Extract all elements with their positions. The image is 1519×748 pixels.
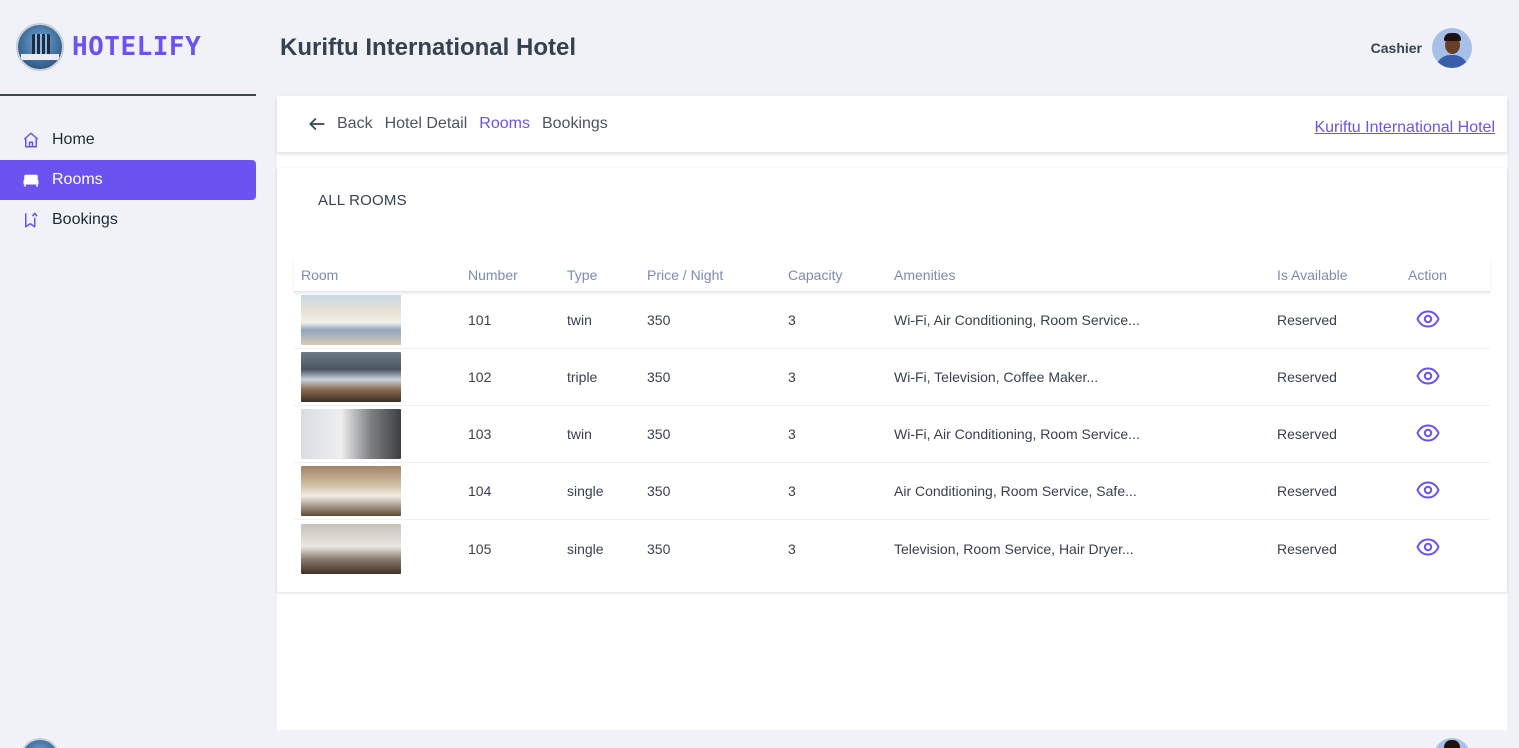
room-capacity: 3 (788, 369, 796, 385)
view-eye-icon[interactable] (1416, 421, 1440, 445)
room-cell (294, 352, 468, 402)
room-type: single (567, 483, 604, 499)
room-type: twin (567, 312, 592, 328)
room-availability: Reserved (1277, 312, 1337, 328)
room-availability: Reserved (1277, 369, 1337, 385)
tab-bar: Back Hotel Detail Rooms Bookings Kuriftu… (277, 96, 1507, 152)
rooms-table: Room Number Type Price / Night Capacity … (294, 258, 1490, 577)
sidebar-item-bookings[interactable]: Bookings (0, 200, 256, 240)
table-row[interactable]: 104 single 350 3 Air Conditioning, Room … (294, 463, 1490, 520)
room-type: triple (567, 369, 598, 385)
room-capacity: 3 (788, 426, 796, 442)
view-eye-icon[interactable] (1416, 535, 1440, 559)
column-header-price[interactable]: Price / Night (647, 267, 788, 283)
column-header-capacity[interactable]: Capacity (788, 267, 894, 283)
user-role: Cashier (1370, 40, 1422, 56)
action-cell (1408, 535, 1490, 562)
rooms-card: ALL ROOMS Room Number Type Price / Night… (277, 168, 1507, 592)
action-cell (1408, 307, 1490, 334)
action-cell (1408, 478, 1490, 505)
table-row[interactable]: 102 triple 350 3 Wi-Fi, Television, Coff… (294, 349, 1490, 406)
room-thumbnail[interactable] (301, 466, 401, 516)
column-header-number[interactable]: Number (468, 267, 567, 283)
room-thumbnail[interactable] (301, 295, 401, 345)
table-row[interactable]: 105 single 350 3 Television, Room Servic… (294, 520, 1490, 577)
main-content: Back Hotel Detail Rooms Bookings Kuriftu… (277, 96, 1507, 730)
top-header: Kuriftu International Hotel Cashier (256, 0, 1504, 96)
hotel-link[interactable]: Kuriftu International Hotel (1314, 119, 1495, 137)
tab-rooms[interactable]: Rooms (479, 115, 530, 133)
back-button[interactable]: Back (337, 115, 373, 133)
room-capacity: 3 (788, 540, 796, 557)
room-price: 350 (647, 483, 671, 499)
sidebar-item-rooms[interactable]: Rooms (0, 160, 256, 200)
table-row[interactable]: 103 twin 350 3 Wi-Fi, Air Conditioning, … (294, 406, 1490, 463)
room-price: 350 (647, 426, 671, 442)
room-price: 350 (647, 369, 671, 385)
hotel-logo (16, 23, 64, 71)
room-amenities: Air Conditioning, Room Service, Safe... (894, 483, 1137, 499)
brand[interactable]: HOTELIFY (0, 0, 256, 96)
room-type: twin (567, 426, 592, 442)
room-price: 350 (647, 540, 671, 557)
room-thumbnail[interactable] (301, 523, 401, 574)
room-cell (294, 523, 468, 574)
rooms-title: ALL ROOMS (318, 192, 407, 209)
footer-avatar (1434, 738, 1470, 748)
footer-logo (20, 738, 60, 748)
room-amenities: Wi-Fi, Air Conditioning, Room Service... (894, 312, 1140, 328)
room-capacity: 3 (788, 312, 796, 328)
room-amenities: Television, Room Service, Hair Dryer... (894, 540, 1134, 557)
room-number: 102 (468, 369, 492, 385)
room-price: 350 (647, 312, 671, 328)
room-availability: Reserved (1277, 426, 1337, 442)
column-header-room[interactable]: Room (294, 267, 468, 283)
column-header-type[interactable]: Type (567, 267, 647, 283)
room-amenities: Wi-Fi, Air Conditioning, Room Service... (894, 426, 1140, 442)
view-eye-icon[interactable] (1416, 307, 1440, 331)
column-header-amenities[interactable]: Amenities (894, 267, 1277, 283)
room-type: single (567, 540, 604, 557)
sidebar-item-home[interactable]: Home (0, 120, 256, 160)
avatar[interactable] (1432, 28, 1472, 68)
room-availability: Reserved (1277, 483, 1337, 499)
room-availability: Reserved (1277, 540, 1337, 557)
sidebar: HOTELIFY Home Rooms Bookings (0, 0, 256, 730)
action-cell (1408, 421, 1490, 448)
room-cell (294, 409, 468, 459)
page-title: Kuriftu International Hotel (280, 34, 576, 61)
room-amenities: Wi-Fi, Television, Coffee Maker... (894, 369, 1099, 385)
bed-icon (22, 171, 40, 189)
view-eye-icon[interactable] (1416, 478, 1440, 502)
table-row[interactable]: 101 twin 350 3 Wi-Fi, Air Conditioning, … (294, 292, 1490, 349)
sidebar-item-label: Bookings (52, 211, 118, 228)
sidebar-nav: Home Rooms Bookings (0, 120, 256, 240)
room-number: 101 (468, 312, 492, 328)
back-arrow-icon[interactable] (307, 114, 327, 134)
room-number: 104 (468, 483, 492, 499)
tab-hotel-detail[interactable]: Hotel Detail (385, 115, 468, 133)
brand-name: HOTELIFY (72, 32, 202, 62)
tab-bookings[interactable]: Bookings (542, 115, 608, 133)
room-cell (294, 466, 468, 516)
action-cell (1408, 364, 1490, 391)
room-thumbnail[interactable] (301, 352, 401, 402)
room-number: 103 (468, 426, 492, 442)
room-number: 105 (468, 540, 492, 557)
room-cell (294, 295, 468, 345)
sidebar-item-label: Rooms (52, 171, 103, 188)
home-icon (22, 131, 40, 149)
room-capacity: 3 (788, 483, 796, 499)
bookings-icon (22, 211, 40, 229)
room-thumbnail[interactable] (301, 409, 401, 459)
sidebar-item-label: Home (52, 131, 95, 148)
user-menu[interactable]: Cashier (1371, 28, 1472, 68)
table-header: Room Number Type Price / Night Capacity … (294, 258, 1490, 292)
column-header-available[interactable]: Is Available (1277, 267, 1408, 283)
column-header-action: Action (1408, 266, 1447, 283)
view-eye-icon[interactable] (1416, 364, 1440, 388)
